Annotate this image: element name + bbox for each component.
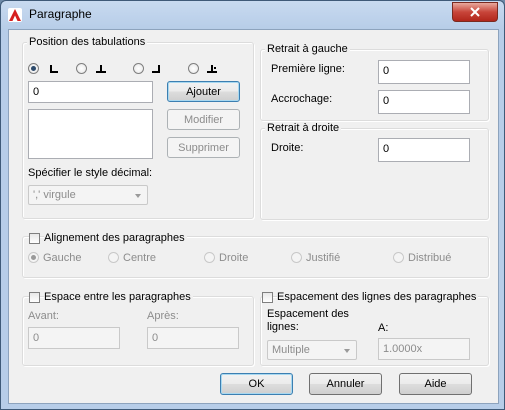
chevron-down-icon [344, 349, 350, 353]
align-center-label: Centre [123, 252, 157, 264]
align-justify-label: Justifié [306, 252, 341, 264]
right-indent-title: Retrait à droite [265, 122, 342, 134]
first-line-input[interactable]: 0 [378, 60, 470, 84]
align-left-radio[interactable] [28, 252, 39, 263]
help-button-label: Aide [424, 378, 447, 390]
before-input[interactable]: 0 [28, 327, 120, 349]
line-spacing-title: Espacement des lignes des paragraphes [277, 291, 479, 303]
center-tab-icon [96, 65, 106, 73]
right-indent-input[interactable]: 0 [378, 138, 470, 162]
close-icon [470, 7, 480, 17]
after-label: Après: [147, 310, 179, 322]
tab-left-radio[interactable] [28, 63, 39, 74]
first-line-label: Première ligne: [271, 63, 345, 75]
cancel-button-label: Annuler [326, 378, 365, 390]
paragraph-spacing-title: Espace entre les paragraphes [44, 291, 193, 303]
help-button[interactable]: Aide [399, 373, 472, 395]
right-label: Droite: [271, 142, 304, 154]
spacing-label: Espacement des lignes: [267, 308, 349, 333]
add-button-label: Ajouter [186, 85, 221, 98]
align-left-label: Gauche [43, 252, 82, 264]
delete-button-label: Supprimer [178, 141, 229, 154]
left-tab-icon [50, 65, 58, 73]
tab-position-title: Position des tabulations [27, 36, 148, 48]
decimal-tab-icon [207, 65, 217, 73]
alignment-title: Alignement des paragraphes [44, 232, 187, 244]
close-button[interactable] [452, 2, 498, 22]
decimal-style-select[interactable]: ',' virgule [28, 185, 148, 205]
paragraph-spacing-checkbox[interactable] [29, 292, 40, 303]
at-input[interactable]: 1.0000x [378, 338, 470, 360]
add-button[interactable]: Ajouter [167, 81, 240, 102]
tab-decimal-radio[interactable] [188, 63, 199, 74]
paragraph-dialog: Paragraphe Position des tabulations 0 Aj… [0, 0, 505, 410]
tab-right-radio[interactable] [133, 63, 144, 74]
modify-button-label: Modifier [183, 113, 224, 126]
tab-center-radio[interactable] [76, 63, 87, 74]
line-spacing-select[interactable]: Multiple [267, 340, 357, 360]
align-right-label: Droite [219, 252, 249, 264]
left-indent-title: Retrait à gauche [265, 43, 350, 55]
align-justify-radio[interactable] [291, 252, 302, 263]
cancel-button[interactable]: Annuler [309, 373, 382, 395]
delete-button[interactable]: Supprimer [167, 137, 240, 158]
tab-stops-list[interactable] [28, 109, 153, 159]
window-title: Paragraphe [29, 7, 92, 21]
after-input[interactable]: 0 [147, 327, 239, 349]
at-label: A: [378, 322, 389, 334]
hanging-input[interactable]: 0 [378, 90, 470, 114]
tab-position-input[interactable]: 0 [28, 81, 153, 103]
align-center-radio[interactable] [108, 252, 119, 263]
align-distribute-label: Distribué [408, 252, 452, 264]
autocad-logo-icon [8, 8, 22, 22]
alignment-checkbox[interactable] [29, 233, 40, 244]
line-spacing-checkbox[interactable] [262, 292, 273, 303]
align-distribute-radio[interactable] [393, 252, 404, 263]
dialog-body: Position des tabulations 0 Ajouter Modif… [8, 29, 499, 404]
chevron-down-icon [135, 194, 141, 198]
decimal-style-value: ',' virgule [33, 189, 76, 201]
ok-button[interactable]: OK [220, 373, 293, 395]
title-bar[interactable]: Paragraphe [1, 1, 504, 29]
modify-button[interactable]: Modifier [167, 109, 240, 130]
before-label: Avant: [28, 310, 59, 322]
align-right-radio[interactable] [204, 252, 215, 263]
ok-button-label: OK [248, 378, 265, 390]
line-spacing-value: Multiple [272, 344, 310, 356]
right-tab-icon [152, 65, 160, 73]
decimal-style-label: Spécifier le style décimal: [28, 167, 153, 179]
hanging-label: Accrochage: [271, 93, 333, 105]
